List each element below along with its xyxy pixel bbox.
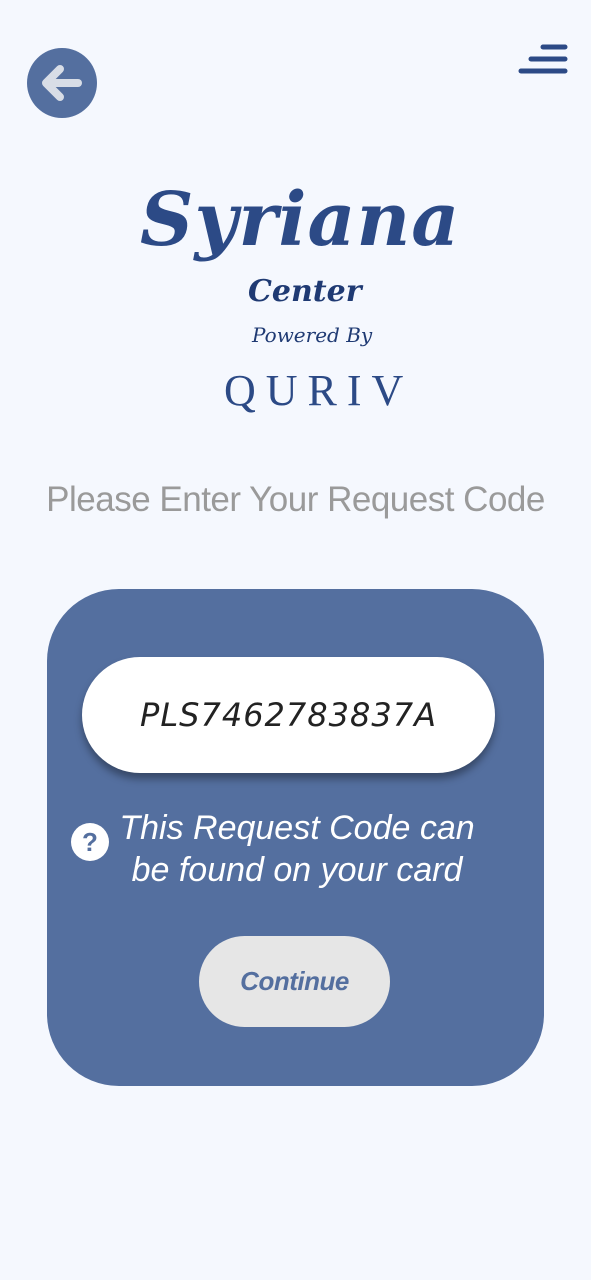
request-code-field[interactable]: PLS7462783837A	[82, 657, 495, 773]
logo-subtitle: Center	[248, 274, 362, 309]
help-hint: ? This Request Code can be found on your…	[71, 807, 521, 897]
help-text: This Request Code can be found on your c…	[117, 807, 477, 891]
help-text-line2: be found on your card	[131, 851, 463, 889]
brand-logo: Syriana Center Powered By QURIV	[120, 170, 480, 420]
menu-button[interactable]	[515, 42, 571, 78]
question-icon[interactable]: ?	[71, 823, 109, 861]
logo-partner: QURIV	[224, 366, 414, 415]
arrow-left-icon	[42, 65, 82, 101]
help-text-line1: This Request Code can	[119, 809, 475, 847]
page-prompt: Please Enter Your Request Code	[46, 480, 545, 519]
continue-button[interactable]: Continue	[199, 936, 390, 1027]
logo-title: Syriana	[140, 177, 461, 263]
logo-powered-by: Powered By	[252, 323, 373, 347]
request-code-card: PLS7462783837A ? This Request Code can b…	[47, 589, 544, 1086]
menu-icon	[518, 44, 568, 74]
back-button[interactable]	[27, 48, 97, 118]
